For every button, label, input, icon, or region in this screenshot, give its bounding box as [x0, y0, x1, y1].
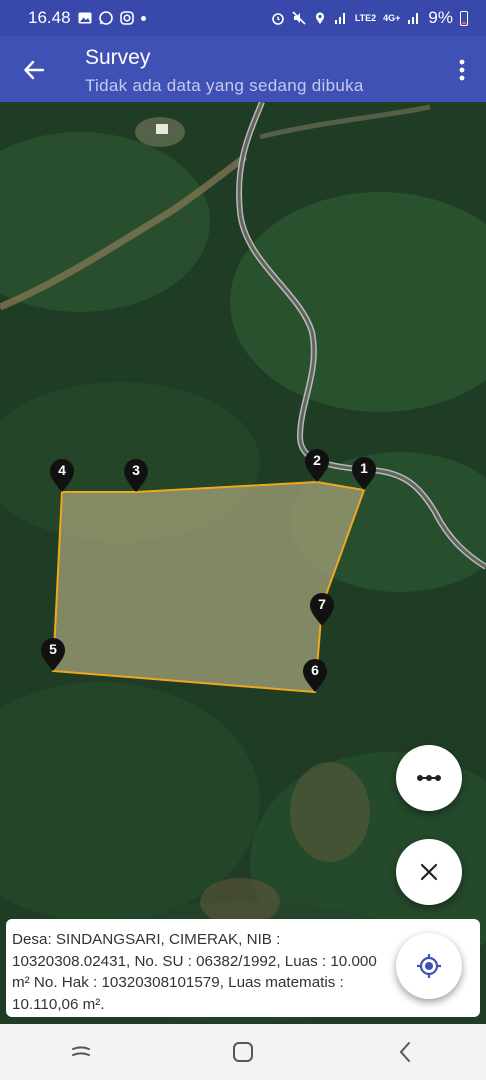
back-button[interactable]: [375, 1032, 435, 1072]
gallery-icon: [78, 11, 92, 25]
building: [156, 124, 168, 134]
alarm-icon: [271, 11, 285, 25]
more-horizontal-icon: [417, 775, 441, 781]
mute-icon: [292, 11, 306, 25]
marker-2[interactable]: 2: [304, 448, 330, 482]
recent-apps-button[interactable]: [51, 1032, 111, 1072]
location-icon: [313, 11, 327, 25]
network-4g: 4G+: [383, 12, 401, 23]
marker-label: 3: [132, 462, 140, 478]
more-vertical-icon: [459, 59, 465, 81]
marker-7[interactable]: 7: [309, 592, 335, 626]
signal-icon-2: [407, 11, 421, 25]
marker-label: 5: [49, 641, 57, 657]
back-arrow-icon: [24, 60, 45, 80]
marker-6[interactable]: 6: [302, 658, 328, 692]
marker-label: 4: [58, 462, 66, 478]
notification-dot: [140, 15, 146, 21]
parcel-info-text: Desa: SINDANGSARI, CIMERAK, NIB : 103203…: [12, 931, 377, 1013]
my-location-button[interactable]: [396, 933, 462, 999]
system-nav-bar: [0, 1024, 486, 1080]
marker-1[interactable]: 1: [351, 456, 377, 490]
home-icon: [233, 1042, 253, 1062]
marker-3[interactable]: 3: [123, 458, 149, 492]
recent-apps-icon: [72, 1046, 90, 1056]
my-location-icon: [417, 954, 441, 978]
whatsapp-icon: [98, 11, 113, 25]
more-options-button[interactable]: [396, 745, 462, 811]
back-icon: [399, 1042, 410, 1062]
battery-icon: [460, 10, 468, 26]
marker-5[interactable]: 5: [40, 637, 66, 671]
marker-label: 2: [313, 452, 321, 468]
close-icon: [420, 863, 438, 881]
overflow-menu-button[interactable]: [450, 52, 474, 88]
network-label: LTE2: [354, 12, 377, 23]
page-subtitle: Tidak ada data yang sedang dibuka: [85, 76, 364, 95]
instagram-icon: [119, 11, 134, 25]
marker-label: 1: [360, 460, 368, 476]
home-button[interactable]: [213, 1032, 273, 1072]
close-button[interactable]: [396, 839, 462, 905]
app-bar: Survey Tidak ada data yang sedang dibuka: [0, 36, 486, 102]
status-bar: 16.48 LTE2 4G+ 9%: [0, 0, 486, 36]
battery-percent: 9%: [428, 8, 453, 27]
status-time: 16.48: [28, 8, 71, 27]
page-title: Survey: [85, 46, 151, 69]
signal-icon: [334, 11, 348, 25]
marker-label: 7: [318, 596, 326, 612]
marker-4[interactable]: 4: [49, 458, 75, 492]
back-arrow-button[interactable]: [14, 50, 54, 90]
marker-label: 6: [311, 662, 319, 678]
